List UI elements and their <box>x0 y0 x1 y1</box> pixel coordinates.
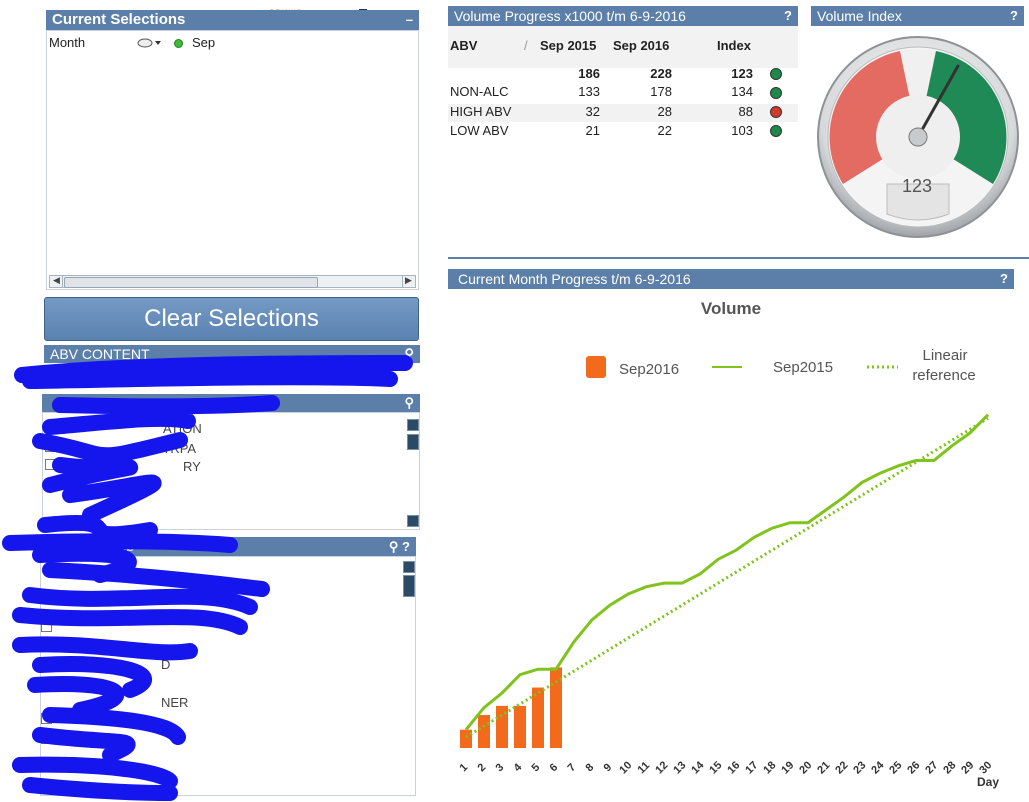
redaction-scribble <box>2 355 413 801</box>
minimize-button[interactable]: – <box>406 10 413 30</box>
column-header-index: Index <box>717 38 751 53</box>
bar-sep2016 <box>478 715 490 748</box>
volume-progress-title: Volume Progress x1000 t/m 6-9-2016 <box>454 8 686 24</box>
bar-sep2016 <box>496 705 508 748</box>
status-green-icon <box>770 125 782 137</box>
x-tick-label: 12 <box>653 759 670 776</box>
chart-title: Volume <box>701 299 761 318</box>
line-lineair-reference <box>465 417 989 739</box>
status-green-icon <box>770 87 782 99</box>
x-tick-label: 21 <box>815 759 832 776</box>
row-sep2016: 28 <box>657 104 672 119</box>
scroll-left-icon[interactable]: ◀ <box>51 276 63 287</box>
x-tick-label: 6 <box>547 761 560 774</box>
x-tick-label: 18 <box>761 759 778 776</box>
volume-chart: Volume Sep2016 Sep2015 Lineair reference… <box>457 299 999 789</box>
row-sep2016: 22 <box>657 123 672 138</box>
x-tick-label: 8 <box>583 761 596 774</box>
x-tick-label: 23 <box>851 759 868 776</box>
row-index: 88 <box>738 104 753 119</box>
x-tick-label: 2 <box>475 761 488 774</box>
x-tick-label: 3 <box>493 761 506 774</box>
row-label: LOW ABV <box>450 123 509 138</box>
x-tick-label: 22 <box>833 759 850 776</box>
row-sep2015: 32 <box>585 104 600 119</box>
scroll-right-icon[interactable]: ▶ <box>402 276 414 287</box>
legend-swatch-sep2016 <box>586 356 606 378</box>
x-tick-label: 25 <box>887 759 904 776</box>
column-header-separator: / <box>524 38 528 53</box>
selection-field: Month <box>49 35 86 50</box>
current-selections-caption: Current Selections – <box>46 10 419 30</box>
x-tick-label: 1 <box>457 761 470 774</box>
x-tick-label: 15 <box>707 759 724 776</box>
x-tick-label: 13 <box>671 759 688 776</box>
help-icon[interactable]: ? <box>1000 269 1008 289</box>
total-status-icon <box>770 68 782 80</box>
x-tick-label: 7 <box>565 761 578 774</box>
total-sep2016: 228 <box>650 66 672 81</box>
row-label: NON-ALC <box>450 84 509 99</box>
row-sep2016: 178 <box>650 84 672 99</box>
x-tick-label: 16 <box>725 759 742 776</box>
clear-selections-label: Clear Selections <box>144 305 319 332</box>
x-tick-label: 10 <box>617 759 634 776</box>
bar-sep2016 <box>460 729 472 748</box>
x-tick-label: 30 <box>977 759 994 776</box>
column-header-sep2016: Sep 2016 <box>613 38 670 53</box>
current-month-title: Current Month Progress t/m 6-9-2016 <box>458 271 691 287</box>
volume-index-gauge <box>817 36 1019 238</box>
x-axis-label: Day <box>977 775 999 789</box>
volume-progress-caption: Volume Progress x1000 t/m 6-9-2016 ? <box>448 6 798 26</box>
eraser-icon[interactable] <box>137 35 163 49</box>
volume-index-title: Volume Index <box>817 8 902 24</box>
current-selections-panel: Month Sep ◀ ▶ <box>46 30 419 290</box>
x-tick-label: 11 <box>636 760 653 777</box>
x-tick-label: 29 <box>959 759 976 776</box>
clear-selections-button[interactable]: Clear Selections <box>44 297 419 341</box>
row-index: 134 <box>731 84 753 99</box>
x-tick-label: 17 <box>743 759 760 776</box>
x-tick-label: 9 <box>601 761 614 774</box>
selected-state-icon <box>174 39 183 48</box>
x-tick-label: 5 <box>529 761 542 774</box>
legend-label-sep2015: Sep2015 <box>773 359 833 376</box>
help-icon[interactable]: ? <box>784 6 792 26</box>
column-header-sep2015: Sep 2015 <box>540 38 597 53</box>
volume-progress-table: ABV / Sep 2015 Sep 2016 Index 186 228 12… <box>448 26 798 146</box>
x-tick-label: 27 <box>923 759 940 776</box>
legend-label-sep2016: Sep2016 <box>619 361 679 378</box>
legend-label-reference: reference <box>912 367 975 384</box>
x-tick-label: 26 <box>905 759 922 776</box>
current-selections-title: Current Selections <box>52 11 186 28</box>
row-label: HIGH ABV <box>450 104 512 119</box>
x-tick-label: 20 <box>797 759 814 776</box>
help-icon[interactable]: ? <box>1010 6 1018 26</box>
horizontal-scrollbar[interactable]: ◀ ▶ <box>49 275 416 288</box>
x-tick-label: 14 <box>689 759 707 777</box>
x-tick-label: 28 <box>941 759 958 776</box>
x-tick-label: 4 <box>511 761 524 774</box>
volume-index-caption: Volume Index ? <box>811 6 1024 26</box>
total-sep2015: 186 <box>578 66 600 81</box>
scroll-thumb[interactable] <box>64 277 318 288</box>
column-header-abv: ABV <box>450 38 478 53</box>
bar-sep2016 <box>514 705 526 748</box>
logo-fragment: D R I N K S <box>268 0 378 16</box>
status-red-icon <box>770 106 782 118</box>
bar-sep2016 <box>532 687 544 748</box>
divider <box>448 257 1029 259</box>
line-sep2015 <box>464 413 990 731</box>
row-sep2015: 133 <box>578 84 600 99</box>
selection-value: Sep <box>192 35 216 50</box>
legend-label-lineair: Lineair <box>922 347 967 364</box>
row-index: 103 <box>731 123 753 138</box>
x-tick-label: 19 <box>779 759 796 776</box>
current-month-caption: Current Month Progress t/m 6-9-2016 ? <box>448 269 1014 289</box>
x-tick-label: 24 <box>869 759 887 777</box>
row-sep2015: 21 <box>585 123 600 138</box>
total-index: 123 <box>731 66 753 81</box>
gauge-value: 123 <box>902 176 933 196</box>
